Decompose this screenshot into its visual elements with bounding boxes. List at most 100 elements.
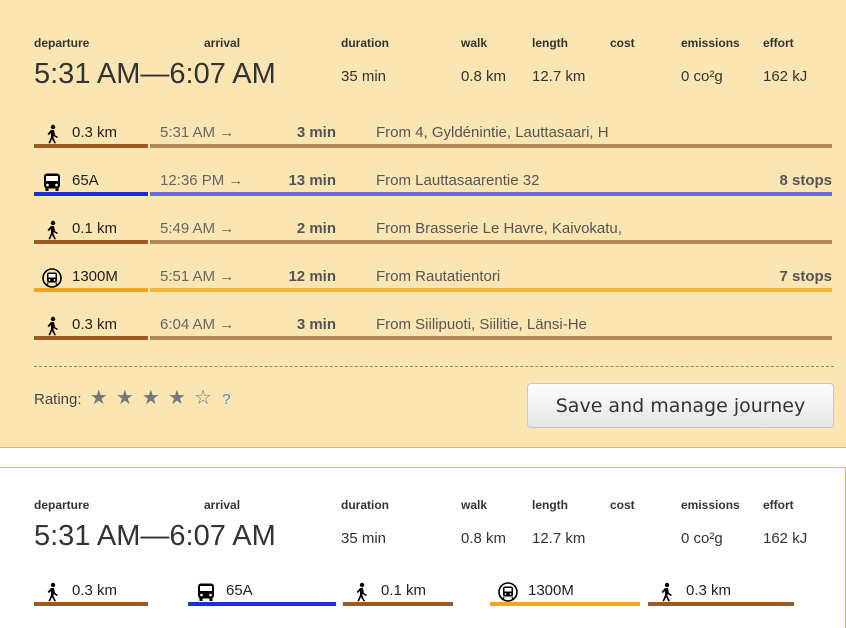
effort-label: effort xyxy=(763,36,794,50)
walk-label: walk xyxy=(461,36,488,50)
metro-icon xyxy=(498,582,518,602)
divider xyxy=(34,366,834,367)
leg-duration: 3 min xyxy=(296,316,336,333)
leg-duration: 3 min xyxy=(296,124,336,141)
departure-time: 5:31 AM—6:07 AM xyxy=(34,520,276,552)
bus-icon xyxy=(44,173,60,191)
walk-line xyxy=(648,602,794,606)
leg-row[interactable]: 0.3 km 6:04 AM → 3 min From Siilipuoti, … xyxy=(34,310,832,346)
cost-label: cost xyxy=(610,498,635,512)
emissions-value: 0 co²g xyxy=(681,68,723,85)
duration-value: 35 min xyxy=(341,68,387,85)
length-value: 12.7 km xyxy=(532,68,586,85)
leg-info: 5:51 AM → 12 min From Rautatientori 7 st… xyxy=(150,262,832,292)
walk-value: 0.8 km xyxy=(461,68,507,85)
leg-distance: 0.3 km xyxy=(686,582,732,599)
walk-line xyxy=(34,336,148,340)
leg-mode: 0.1 km xyxy=(34,214,148,244)
leg-distance: 0.1 km xyxy=(381,582,427,599)
walk-line xyxy=(34,240,148,244)
leg-from: From Brasserie Le Havre, Kaivokatu, xyxy=(376,220,622,237)
arrival-label: arrival xyxy=(204,498,241,512)
walk-line xyxy=(150,144,832,148)
leg-line: 1300M xyxy=(528,582,574,599)
leg-distance: 0.1 km xyxy=(72,220,118,237)
leg-duration: 13 min xyxy=(288,172,336,189)
walk-icon xyxy=(47,582,58,602)
leg-distance: 0.3 km xyxy=(72,582,118,599)
metro-line xyxy=(150,288,832,292)
emissions-label: emissions xyxy=(681,36,740,50)
walk-line xyxy=(34,602,148,606)
leg-from: From Siilipuoti, Siilitie, Länsi-He xyxy=(376,316,587,333)
leg-summary: 0.3 km xyxy=(34,576,148,606)
leg-mode: 1300M xyxy=(34,262,148,292)
departure-time: 5:31 AM—6:07 AM xyxy=(34,58,276,90)
walk-label: walk xyxy=(461,498,488,512)
leg-mode: 0.3 km xyxy=(34,118,148,148)
metro-line xyxy=(34,288,148,292)
star-icon[interactable]: ★ xyxy=(116,387,134,409)
walk-value: 0.8 km xyxy=(461,530,507,547)
bus-line xyxy=(188,602,336,606)
leg-from: From 4, Gyldénintie, Lauttasaari, H xyxy=(376,124,609,141)
leg-summary: 0.1 km xyxy=(343,576,453,606)
walk-icon xyxy=(661,582,672,602)
save-journey-button[interactable]: Save and manage journey xyxy=(527,383,834,428)
leg-from: From Rautatientori xyxy=(376,268,501,285)
leg-mode: 65A xyxy=(34,166,148,196)
journey-card-collapsed[interactable]: departure arrival duration walk length c… xyxy=(0,467,846,628)
bus-line xyxy=(34,192,148,196)
rating-help-link[interactable]: ? xyxy=(222,391,230,408)
duration-value: 35 min xyxy=(341,530,387,547)
cost-label: cost xyxy=(610,36,635,50)
walk-line xyxy=(34,144,148,148)
leg-row[interactable]: 65A 12:36 PM → 13 min From Lauttasaarent… xyxy=(34,166,832,202)
departure-label: departure xyxy=(34,36,90,50)
leg-summary: 0.3 km xyxy=(648,576,794,606)
effort-value: 162 kJ xyxy=(763,68,808,85)
leg-info: 5:49 AM → 2 min From Brasserie Le Havre,… xyxy=(150,214,832,244)
length-value: 12.7 km xyxy=(532,530,586,547)
journey-card-expanded[interactable]: departure arrival duration walk length c… xyxy=(0,0,846,448)
metro-line xyxy=(490,602,640,606)
walk-icon xyxy=(356,582,367,602)
star-icon[interactable]: ★ xyxy=(90,387,108,409)
leg-stops: 8 stops xyxy=(779,172,832,189)
length-label: length xyxy=(532,498,568,512)
star-icon[interactable]: ★ xyxy=(168,387,186,409)
length-label: length xyxy=(532,36,568,50)
leg-info: 12:36 PM → 13 min From Lauttasaarentie 3… xyxy=(150,166,832,196)
walk-icon xyxy=(47,316,58,336)
leg-row[interactable]: 0.1 km 5:49 AM → 2 min From Brasserie Le… xyxy=(34,214,832,250)
metro-icon xyxy=(42,268,62,288)
leg-info: 6:04 AM → 3 min From Siilipuoti, Siiliti… xyxy=(150,310,832,340)
leg-summary: 1300M xyxy=(490,576,640,606)
leg-row[interactable]: 1300M 5:51 AM → 12 min From Rautatientor… xyxy=(34,262,832,298)
emissions-value: 0 co²g xyxy=(681,530,723,547)
walk-icon xyxy=(47,220,58,240)
leg-distance: 0.3 km xyxy=(72,316,118,333)
leg-row[interactable]: 0.3 km 5:31 AM → 3 min From 4, Gyldénint… xyxy=(34,118,832,154)
walk-line xyxy=(150,240,832,244)
leg-start-time: 5:31 AM → xyxy=(160,124,235,141)
walk-line xyxy=(150,336,832,340)
rating: Rating: ★ ★ ★ ★ ☆ ? xyxy=(34,385,231,410)
star-empty-icon[interactable]: ☆ xyxy=(194,387,212,409)
effort-label: effort xyxy=(763,498,794,512)
leg-start-time: 6:04 AM → xyxy=(160,316,235,333)
rating-label: Rating: xyxy=(34,391,82,408)
walk-line xyxy=(343,602,453,606)
star-icon[interactable]: ★ xyxy=(142,387,160,409)
emissions-label: emissions xyxy=(681,498,740,512)
duration-label: duration xyxy=(341,498,389,512)
leg-duration: 12 min xyxy=(288,268,336,285)
leg-line: 65A xyxy=(226,582,253,599)
arrival-label: arrival xyxy=(204,36,241,50)
duration-label: duration xyxy=(341,36,389,50)
leg-line: 65A xyxy=(72,172,99,189)
leg-from: From Lauttasaarentie 32 xyxy=(376,172,540,189)
leg-distance: 0.3 km xyxy=(72,124,118,141)
bus-icon xyxy=(198,583,214,601)
walk-icon xyxy=(47,124,58,144)
